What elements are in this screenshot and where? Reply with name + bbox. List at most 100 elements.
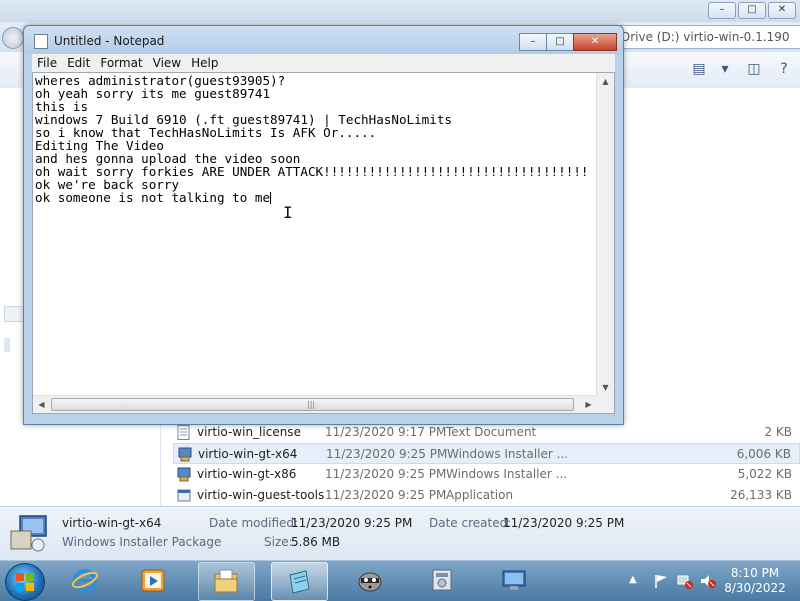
notepad-icon [34,34,48,49]
size-label: Size: [264,535,293,549]
current-line-text: ok someone is not talking to me [35,190,271,205]
scroll-right-arrow-icon[interactable]: ▶ [580,396,597,413]
file-type: Windows Installer ... [447,447,569,461]
windows-logo-icon [16,573,34,591]
action-center-flag-icon[interactable] [653,573,669,589]
details-pane: virtio-win-gt-x64 Windows Installer Pack… [0,506,800,561]
taskbar-remote-desktop[interactable] [487,562,542,599]
clock-date: 8/30/2022 [724,581,786,595]
internet-explorer-icon [72,569,98,593]
notepad-window: Untitled - Notepad – □ ✕ File Edit Format V… [23,25,624,425]
notepad-titlebar[interactable]: Untitled - Notepad – □ ✕ [24,26,623,54]
explorer-window-controls: – □ ✕ [708,2,796,19]
media-player-icon [141,569,165,592]
show-hidden-icons-arrow-icon[interactable]: ▲ [629,574,637,585]
file-type: Windows Installer ... [446,467,568,481]
text-caret [270,192,272,204]
details-file-kind: Windows Installer Package [62,535,222,549]
menu-bar: File Edit Format View Help [32,54,615,72]
raccoon-icon [358,572,382,592]
view-options-icon[interactable]: ▾ [716,61,734,77]
installer-icon [178,447,192,462]
start-button[interactable] [5,563,45,601]
taskbar-explorer[interactable] [198,562,255,601]
text-editor[interactable]: wheres administrator(guest93905)? oh yea… [32,72,615,414]
taskbar-control-panel[interactable] [415,562,470,599]
network-icon[interactable] [677,573,693,589]
explorer-close-button[interactable]: ✕ [768,2,796,19]
file-name: virtio-win-guest-tools [197,488,325,502]
remote-desktop-icon [502,570,526,590]
scroll-down-arrow-icon[interactable]: ▼ [597,379,614,396]
menu-format[interactable]: Format [95,54,147,72]
scrollbar-corner [597,396,614,413]
maximize-button[interactable]: □ [546,33,574,51]
file-type: Application [446,488,514,502]
installer-large-icon [8,513,48,553]
taskbar: ▲ 8:10 PM 8/30/2022 [0,560,800,601]
nav-item[interactable] [4,306,24,322]
help-icon[interactable]: ? [775,61,793,77]
window-title: Untitled - Notepad [54,34,165,48]
file-date: 11/23/2020 9:25 PM [326,447,448,461]
close-button[interactable]: ✕ [573,33,617,51]
explorer-maximize-button[interactable]: □ [738,2,766,19]
file-name: virtio-win-gt-x86 [197,467,297,481]
back-button[interactable] [2,27,24,49]
address-field[interactable]: Drive (D:) virtio-win-0.1.190 [616,25,800,49]
horizontal-scroll-thumb[interactable]: ||| [51,398,574,411]
preview-pane-icon[interactable]: ◫ [745,61,763,77]
minimize-button[interactable]: – [519,33,547,51]
file-row[interactable]: virtio-win_license 11/23/2020 9:17 PM Te… [173,422,800,443]
text-line: oh yeah sorry its me guest89741 [35,86,271,101]
taskbar-media-player[interactable] [126,562,181,599]
system-clock[interactable]: 8:10 PM 8/30/2022 [716,566,794,596]
clock-time: 8:10 PM [730,566,780,580]
date-created-value: 11/23/2020 9:25 PM [503,516,625,530]
menu-file[interactable]: File [32,54,62,72]
date-modified-value: 11/23/2020 9:25 PM [291,516,413,530]
file-size: 2 KB [764,425,792,439]
thumb-grip-icon: ||| [307,400,316,409]
file-date: 11/23/2020 9:25 PM [325,488,447,502]
volume-muted-icon[interactable] [700,573,716,589]
file-size: 26,133 KB [730,488,792,502]
date-modified-label: Date modified: [209,516,299,530]
horizontal-scrollbar[interactable]: ◀ ||| ▶ [33,395,597,413]
installer-icon [177,467,191,482]
application-icon [177,488,191,503]
scroll-up-arrow-icon[interactable]: ▲ [597,73,614,90]
taskbar-raccoon-app[interactable] [343,562,398,599]
file-name: virtio-win-gt-x64 [198,447,298,461]
menu-edit[interactable]: Edit [62,54,95,72]
explorer-titlebar: – □ ✕ [0,0,800,22]
nav-scroll-mark [4,338,10,352]
change-view-icon[interactable]: ▤ [690,61,708,77]
size-value: 5.86 MB [291,535,341,549]
file-row-selected[interactable]: virtio-win-gt-x64 11/23/2020 9:25 PM Win… [173,443,800,464]
file-row[interactable]: virtio-win-guest-tools 11/23/2020 9:25 P… [173,485,800,506]
control-panel-icon [432,569,452,591]
file-size: 6,006 KB [736,447,791,461]
file-date: 11/23/2020 9:17 PM [325,425,447,439]
explorer-minimize-button[interactable]: – [708,2,736,19]
text-file-icon [177,425,191,440]
text-line-current: ok someone is not talking to me [35,191,595,204]
notepad-window-controls: – □ ✕ [519,33,617,51]
menu-view[interactable]: View [148,54,186,72]
file-type: Text Document [446,425,537,439]
ibeam-cursor-icon: I [283,203,293,222]
details-file-name: virtio-win-gt-x64 [62,516,162,530]
editor-text[interactable]: wheres administrator(guest93905)? oh yea… [35,74,595,396]
vertical-scrollbar[interactable]: ▲ ▼ [596,73,614,396]
file-name: virtio-win_license [197,425,301,439]
menu-help[interactable]: Help [186,54,223,72]
taskbar-notepad[interactable] [271,562,328,601]
file-row[interactable]: virtio-win-gt-x86 11/23/2020 9:25 PM Win… [173,464,800,485]
folder-icon [214,569,238,593]
file-date: 11/23/2020 9:25 PM [325,467,447,481]
taskbar-internet-explorer[interactable] [58,562,113,599]
file-size: 5,022 KB [737,467,792,481]
scroll-left-arrow-icon[interactable]: ◀ [33,396,50,413]
notepad-taskbar-icon [289,570,310,594]
